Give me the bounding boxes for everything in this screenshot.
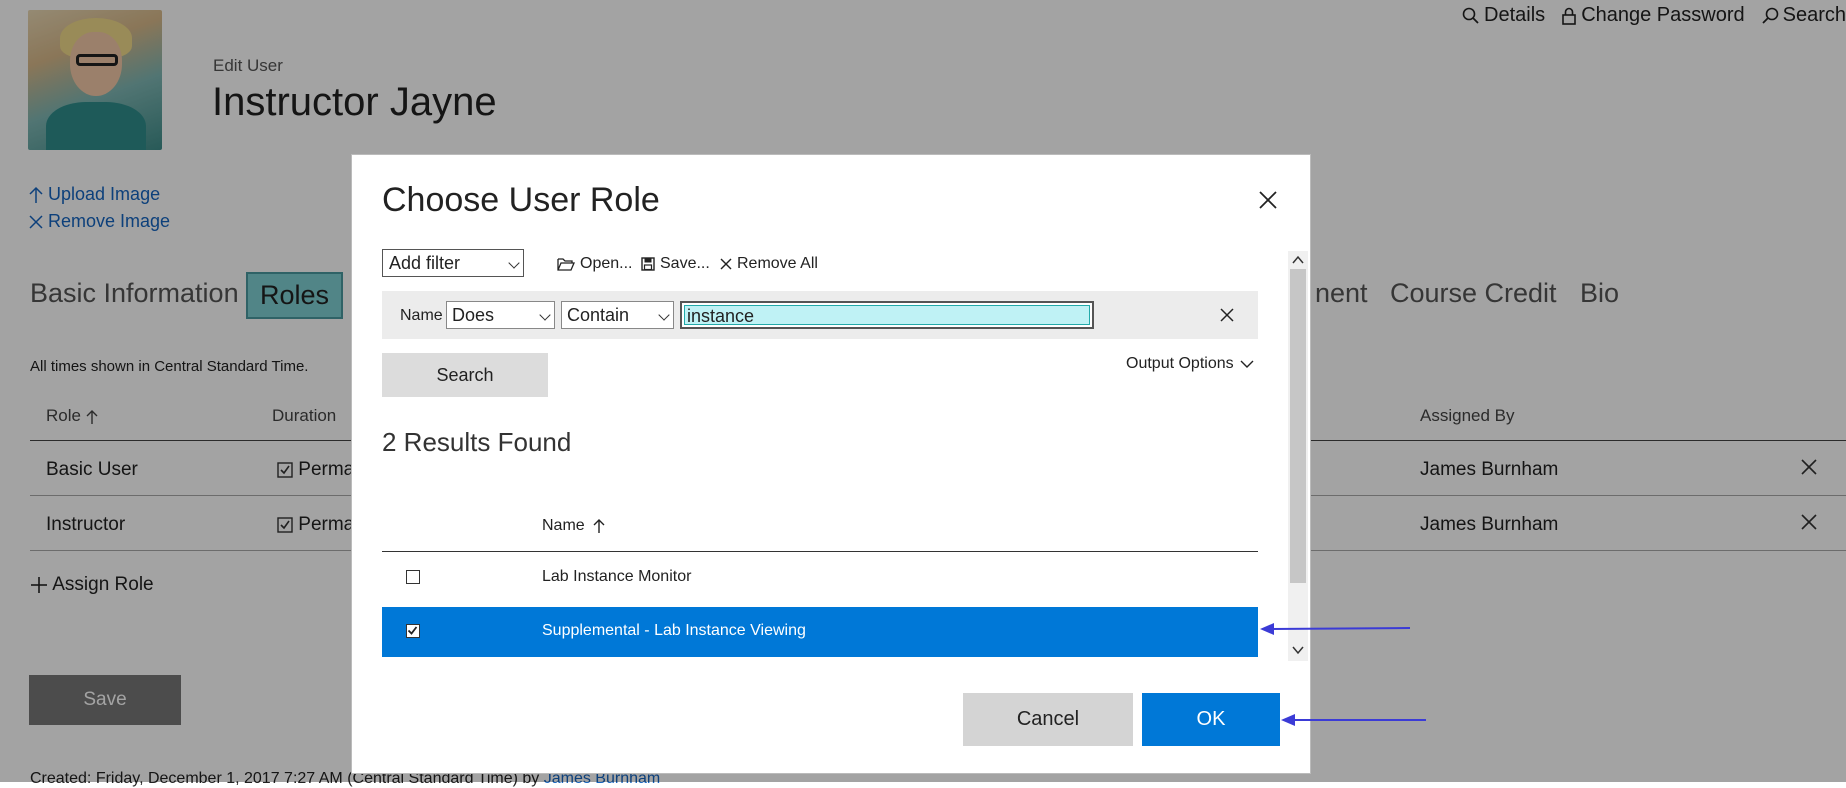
close-icon [720, 258, 732, 270]
clear-filter-icon[interactable] [1220, 308, 1234, 322]
dialog-scrollbar[interactable] [1288, 251, 1308, 661]
save-filter-label: Save... [660, 255, 710, 272]
result-name: Lab Instance Monitor [542, 568, 692, 585]
floppy-disk-icon [641, 257, 655, 271]
operator-select[interactable]: Does [446, 301, 555, 329]
annotation-arrow-icon [1260, 623, 1411, 635]
result-row[interactable]: Lab Instance Monitor [382, 553, 1258, 603]
filter-field-label: Name [400, 307, 443, 324]
results-count: 2 Results Found [382, 427, 572, 457]
open-label: Open... [580, 255, 633, 272]
results-header-divider [382, 551, 1258, 552]
operator-select-value: Does [452, 304, 495, 325]
checkmark-icon [407, 626, 418, 635]
save-filter-button[interactable]: Save... [641, 255, 710, 273]
add-filter-dropdown[interactable]: Add filter [382, 249, 524, 277]
row-checkbox[interactable] [406, 570, 420, 584]
filter-value-text: instance [684, 305, 1090, 326]
result-row-selected[interactable]: Supplemental - Lab Instance Viewing [382, 607, 1258, 657]
condition-select[interactable]: Contain [561, 301, 674, 329]
result-name: Supplemental - Lab Instance Viewing [542, 622, 806, 639]
dialog-title: Choose User Role [382, 181, 660, 219]
name-header-label: Name [542, 517, 585, 534]
scroll-down-icon[interactable] [1291, 643, 1305, 657]
remove-all-label: Remove All [737, 255, 818, 272]
filter-row: Name Does Contain instance [382, 291, 1258, 339]
annotation-arrow-icon [1281, 714, 1426, 726]
chevron-down-icon [1240, 360, 1254, 368]
name-column-header[interactable]: Name [542, 517, 605, 535]
cancel-button[interactable]: Cancel [963, 693, 1133, 746]
chevron-down-icon [658, 309, 670, 321]
folder-open-icon [557, 258, 575, 271]
choose-user-role-dialog: Choose User Role Add filter Open... Save… [351, 154, 1311, 774]
chevron-down-icon [539, 309, 551, 321]
open-filter-button[interactable]: Open... [557, 255, 632, 273]
filter-value-input[interactable]: instance [680, 301, 1094, 329]
output-options-toggle[interactable]: Output Options [1126, 355, 1254, 373]
sort-ascending-icon [593, 519, 605, 533]
remove-all-button[interactable]: Remove All [720, 255, 818, 273]
scroll-thumb[interactable] [1290, 269, 1306, 583]
scroll-up-icon[interactable] [1291, 253, 1305, 267]
condition-select-value: Contain [567, 304, 630, 325]
output-options-label: Output Options [1126, 355, 1234, 372]
close-icon[interactable] [1257, 189, 1279, 211]
search-button[interactable]: Search [382, 353, 548, 397]
row-checkbox-checked[interactable] [406, 624, 420, 638]
chevron-down-icon [508, 257, 520, 269]
ok-button[interactable]: OK [1142, 693, 1280, 746]
add-filter-label: Add filter [389, 252, 461, 273]
